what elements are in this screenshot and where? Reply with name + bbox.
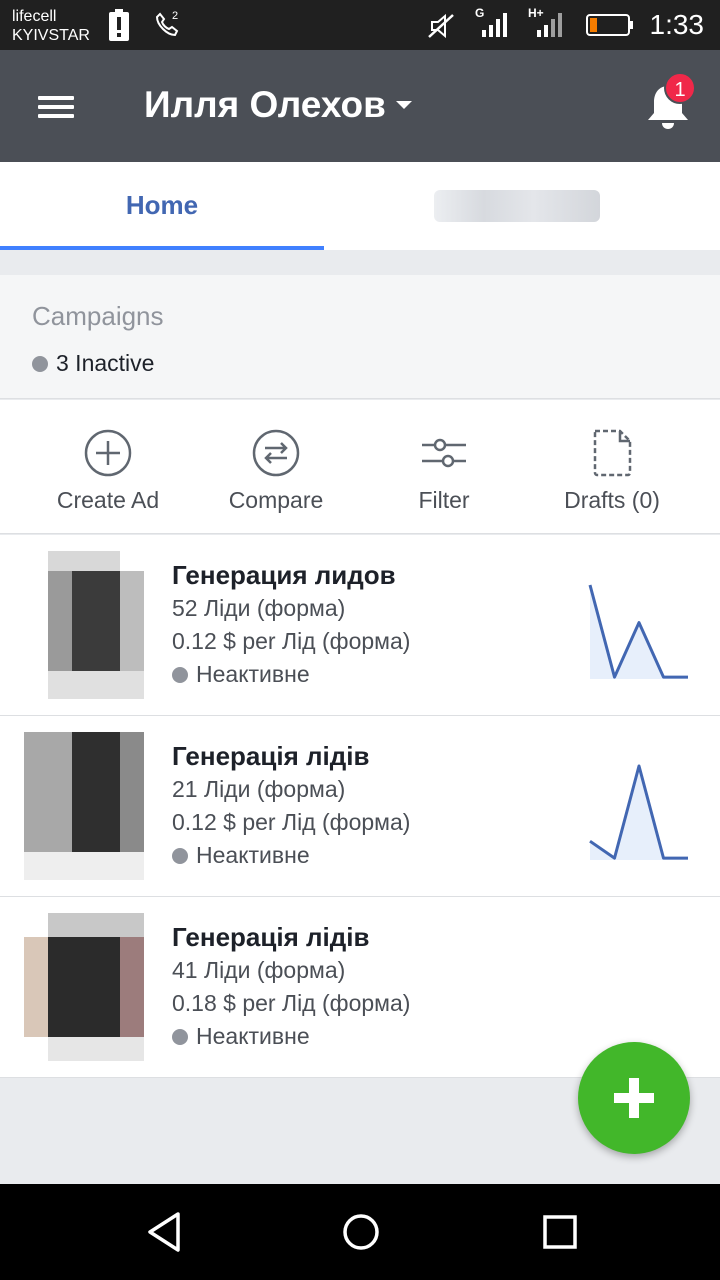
battery-alert-icon (109, 9, 129, 41)
sparkline-area (590, 585, 688, 679)
campaign-title: Генерація лідів (172, 741, 370, 771)
campaign-results: 21 Ліди (форма) (172, 776, 346, 802)
campaign-thumbnail (24, 913, 148, 1061)
campaign-details: Генерація лідів 41 Ліди (форма) 0.18 $ p… (172, 921, 410, 1053)
campaign-thumbnail (24, 732, 148, 880)
chevron-down-icon (395, 101, 412, 109)
signal-icon-2 (537, 13, 562, 37)
status-dot-icon (172, 666, 188, 683)
campaign-cost: 0.12 $ per Лід (форма) (172, 628, 411, 654)
drafts-button[interactable]: Drafts (0) (530, 400, 694, 534)
campaign-item-2[interactable]: Генерація лідів 21 Ліди (форма) 0.12 $ p… (0, 716, 720, 897)
status-dot-icon (172, 847, 188, 864)
campaign-status: Неактивне (172, 658, 410, 691)
menu-button[interactable] (30, 88, 82, 124)
status-dot-icon (172, 1028, 188, 1045)
sparkline-area (590, 766, 688, 860)
home-icon[interactable] (340, 1208, 382, 1256)
notification-badge: 1 (664, 72, 696, 104)
campaigns-status: 3 Inactive (32, 350, 154, 377)
plus-circle-icon (84, 429, 132, 477)
campaign-title: Генерация лидов (172, 560, 396, 590)
compare-label: Compare (228, 487, 324, 513)
campaign-status-label: Неактивне (196, 1023, 310, 1049)
campaign-title: Генерація лідів (172, 922, 370, 952)
account-switcher[interactable]: Илля Олехов (144, 80, 412, 130)
swap-circle-icon (252, 429, 300, 477)
carrier-2: KYIVSTAR (12, 27, 90, 44)
tab-bar: Home (0, 162, 720, 250)
campaign-details: Генерация лидов 52 Ліди (форма) 0.12 $ p… (172, 559, 410, 691)
campaigns-title: Campaigns (32, 301, 164, 331)
battery-icon (586, 14, 633, 36)
carrier-names: lifecell KYIVSTAR (12, 7, 90, 45)
campaign-details: Генерація лідів 21 Ліди (форма) 0.12 $ p… (172, 740, 410, 872)
campaign-results: 41 Ліди (форма) (172, 957, 346, 983)
campaign-status-label: Неактивне (196, 661, 310, 687)
create-ad-label: Create Ad (56, 487, 160, 513)
call-sim-label: 2 (172, 10, 179, 22)
compare-button[interactable]: Compare (186, 400, 366, 534)
filter-label: Filter (418, 487, 470, 513)
campaign-cost: 0.12 $ per Лід (форма) (172, 809, 411, 835)
tab-home[interactable]: Home (0, 162, 324, 250)
campaign-thumbnail (24, 551, 148, 699)
filter-button[interactable]: Filter (364, 400, 524, 534)
document-icon (593, 429, 632, 477)
campaign-status: Неактивне (172, 1020, 410, 1053)
silent-icon (428, 13, 454, 39)
system-nav-bar (0, 1184, 720, 1280)
campaign-item-1[interactable]: Генерация лидов 52 Ліди (форма) 0.12 $ p… (0, 535, 720, 716)
back-icon[interactable] (144, 1208, 184, 1256)
app-bar: Илля Олехов (0, 50, 720, 162)
account-name: Илля Олехов (144, 84, 386, 125)
campaigns-summary[interactable]: Campaigns 3 Inactive (0, 275, 720, 399)
sliders-icon (422, 438, 466, 468)
add-campaign-fab[interactable] (578, 1042, 690, 1154)
campaign-results: 52 Ліди (форма) (172, 595, 346, 621)
tab-redacted[interactable] (434, 190, 600, 222)
menu-icon (38, 96, 74, 100)
clock: 1:33 (649, 9, 705, 40)
menu-icon-bar (38, 114, 74, 118)
trend-sparkline (588, 584, 688, 679)
campaign-cost: 0.18 $ per Лід (форма) (172, 990, 411, 1016)
carrier-1: lifecell (12, 8, 57, 25)
signal-icon (482, 13, 507, 37)
drafts-label: Drafts (0) (564, 487, 660, 513)
status-dot-icon (32, 355, 48, 372)
trend-sparkline (589, 764, 688, 860)
actions-bar: Create Ad Compare Filter Drafts (0) (0, 400, 720, 534)
create-ad-button[interactable]: Create Ad (0, 400, 216, 534)
campaign-status-label: Неактивне (196, 842, 310, 868)
status-bar: lifecell KYIVSTAR 2 G H+ 1:33 (0, 0, 720, 50)
recents-icon[interactable] (540, 1208, 580, 1256)
campaigns-status-label: 3 Inactive (56, 350, 155, 376)
campaign-status: Неактивне (172, 839, 410, 872)
menu-icon-bar (38, 105, 74, 109)
